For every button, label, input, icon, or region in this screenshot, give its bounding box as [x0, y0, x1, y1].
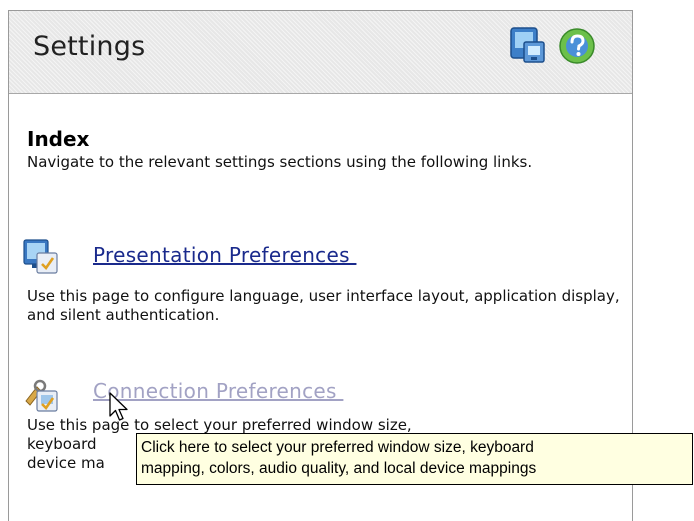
desktop-icon[interactable] — [507, 24, 547, 68]
index-description: Navigate to the relevant settings sectio… — [27, 153, 533, 171]
tooltip: Click here to select your preferred wind… — [136, 433, 693, 485]
presentation-monitor-icon — [23, 239, 58, 274]
help-icon[interactable] — [557, 24, 597, 68]
tooltip-line-2: mapping, colors, audio quality, and loca… — [141, 460, 537, 477]
tooltip-line-1: Click here to select your preferred wind… — [141, 439, 534, 456]
connection-tools-icon — [25, 379, 58, 412]
page-title: Settings — [33, 31, 146, 62]
presentation-preferences-description: Use this page to configure language, use… — [27, 287, 620, 324]
index-heading: Index — [27, 127, 90, 151]
mouse-pointer-icon — [109, 392, 128, 421]
settings-header: Settings — [9, 11, 632, 94]
presentation-preferences-link[interactable]: Presentation Preferences — [93, 243, 356, 267]
